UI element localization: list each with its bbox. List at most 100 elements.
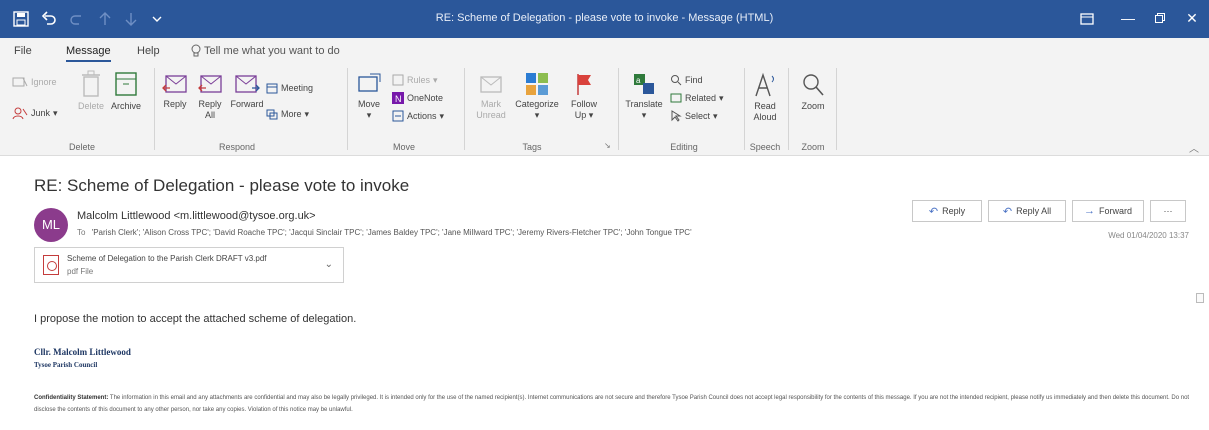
ribbon: Ignore Junk ▾ Delete Archive Delete Reply… xyxy=(0,62,1209,156)
read-aloud-label-1: Read xyxy=(754,101,776,111)
reply-all-arrow-icon: ↶ xyxy=(1002,205,1013,218)
more-respond-icon xyxy=(266,109,278,120)
onenote-label: OneNote xyxy=(407,93,444,103)
related-button[interactable]: Related ▾ xyxy=(670,92,724,104)
zoom-label: Zoom xyxy=(801,101,825,111)
calendar-icon xyxy=(266,83,278,94)
junk-icon xyxy=(12,107,28,120)
categorize-button[interactable]: Categorize ▾ xyxy=(512,72,562,121)
junk-label: Junk xyxy=(31,108,51,118)
find-icon xyxy=(671,75,682,86)
ignore-button[interactable]: Ignore xyxy=(12,76,57,88)
more-respond-label: More xyxy=(281,109,302,119)
maximize-icon xyxy=(1155,13,1165,23)
reply-all-icon xyxy=(198,75,222,93)
to-label: To xyxy=(77,228,86,237)
reply-arrow-icon: ↶ xyxy=(928,205,939,218)
flag-icon xyxy=(577,74,591,95)
avatar[interactable]: ML xyxy=(34,208,68,242)
collapse-ribbon-icon[interactable]: ︿ xyxy=(1189,140,1199,155)
reply-label: Reply xyxy=(163,99,187,109)
minimize-button[interactable]: — xyxy=(1118,8,1138,28)
respond-group-label: Respond xyxy=(218,142,256,152)
junk-button[interactable]: Junk ▾ xyxy=(12,106,58,120)
confidentiality-heading: Confidentiality Statement: xyxy=(34,395,109,401)
reply-all-label-2: All xyxy=(204,110,215,120)
tab-help[interactable]: Help xyxy=(137,45,160,57)
actions-icon xyxy=(392,110,404,122)
forward-button[interactable]: Forward xyxy=(230,72,264,110)
attachment[interactable]: Scheme of Delegation to the Parish Clerk… xyxy=(34,247,344,283)
follow-up-label-2: Up xyxy=(574,110,587,120)
ribbon-separator xyxy=(788,68,789,150)
actions-label: Actions xyxy=(407,111,437,121)
move-icon xyxy=(358,73,381,92)
translate-icon: a xyxy=(634,74,654,94)
move-button[interactable]: Move ▾ xyxy=(354,72,384,121)
rules-button[interactable]: Rules ▾ xyxy=(392,74,438,86)
tags-group-label: Tags xyxy=(522,142,542,152)
read-aloud-icon xyxy=(755,72,774,97)
mark-unread-label-2: Unread xyxy=(476,110,506,120)
menu-bar: File Message Help Tell me what you want … xyxy=(0,38,1209,62)
sender[interactable]: Malcolm Littlewood <m.littlewood@tysoe.o… xyxy=(77,210,316,222)
reply-icon xyxy=(162,75,187,93)
attachment-name: Scheme of Delegation to the Parish Clerk… xyxy=(67,254,267,263)
editing-group-label: Editing xyxy=(670,142,698,152)
find-button[interactable]: Find xyxy=(670,74,703,86)
forward-action-button[interactable]: → Forward xyxy=(1072,200,1144,222)
read-aloud-button[interactable]: Read Aloud xyxy=(748,72,782,123)
cursor-icon xyxy=(671,110,682,122)
ribbon-display-options-icon[interactable] xyxy=(1078,10,1096,28)
archive-icon xyxy=(115,72,137,96)
zoom-button[interactable]: Zoom xyxy=(796,72,830,112)
translate-label: Translate xyxy=(625,99,663,109)
archive-button[interactable]: Archive xyxy=(108,70,144,112)
reply-action-button[interactable]: ↶ Reply xyxy=(912,200,982,222)
scrollbar-up-icon[interactable] xyxy=(1196,293,1204,303)
forward-label: Forward xyxy=(230,99,264,109)
onenote-button[interactable]: N OneNote xyxy=(392,92,443,104)
signature-name: Cllr. Malcolm Littlewood xyxy=(34,347,131,357)
reply-action-label: Reply xyxy=(942,206,966,216)
select-label: Select xyxy=(685,111,711,121)
tags-dialog-launcher-icon[interactable]: ↘ xyxy=(604,141,611,150)
reply-all-action-button[interactable]: ↶ Reply All xyxy=(988,200,1066,222)
tell-me-search[interactable]: Tell me what you want to do xyxy=(204,45,340,57)
mark-unread-button[interactable]: Mark Unread xyxy=(476,72,506,121)
onenote-icon: N xyxy=(392,92,404,104)
select-button[interactable]: Select ▾ xyxy=(670,110,718,122)
title-bar: RE: Scheme of Delegation - please vote t… xyxy=(0,0,1209,38)
meeting-label: Meeting xyxy=(281,83,314,93)
ribbon-separator xyxy=(744,68,745,150)
meeting-button[interactable]: Meeting xyxy=(266,82,313,94)
signature-org: Tysoe Parish Council xyxy=(34,361,98,369)
chevron-down-icon[interactable]: ⌄ xyxy=(325,259,333,270)
actions-button[interactable]: Actions ▾ xyxy=(392,110,444,122)
window-title: RE: Scheme of Delegation - please vote t… xyxy=(435,12,774,24)
svg-text:N: N xyxy=(395,94,402,104)
pdf-icon xyxy=(43,255,59,275)
delete-button[interactable]: Delete xyxy=(74,70,108,112)
ribbon-separator xyxy=(836,68,837,150)
close-button[interactable]: ✕ xyxy=(1182,8,1202,28)
more-respond-button[interactable]: More ▾ xyxy=(266,108,309,120)
reply-all-button[interactable]: Reply All xyxy=(194,72,226,121)
categorize-label: Categorize xyxy=(515,99,559,109)
tab-message[interactable]: Message xyxy=(66,45,111,62)
follow-up-button[interactable]: Follow Up ▾ xyxy=(568,72,600,121)
tab-file[interactable]: File xyxy=(14,45,32,57)
find-label: Find xyxy=(685,75,703,85)
envelope-icon xyxy=(480,76,502,93)
ribbon-separator xyxy=(154,68,155,150)
ribbon-separator xyxy=(347,68,348,150)
translate-button[interactable]: a Translate ▾ xyxy=(624,72,664,121)
message-date: Wed 01/04/2020 13:37 xyxy=(1108,231,1189,240)
maximize-button[interactable] xyxy=(1150,8,1170,28)
recipients[interactable]: 'Parish Clerk'; 'Alison Cross TPC'; 'Dav… xyxy=(92,228,692,237)
more-actions-button[interactable]: ··· xyxy=(1150,200,1186,222)
ignore-label: Ignore xyxy=(31,77,57,87)
delete-label: Delete xyxy=(77,101,104,111)
reply-button[interactable]: Reply xyxy=(160,72,190,110)
rules-label: Rules xyxy=(407,75,431,85)
